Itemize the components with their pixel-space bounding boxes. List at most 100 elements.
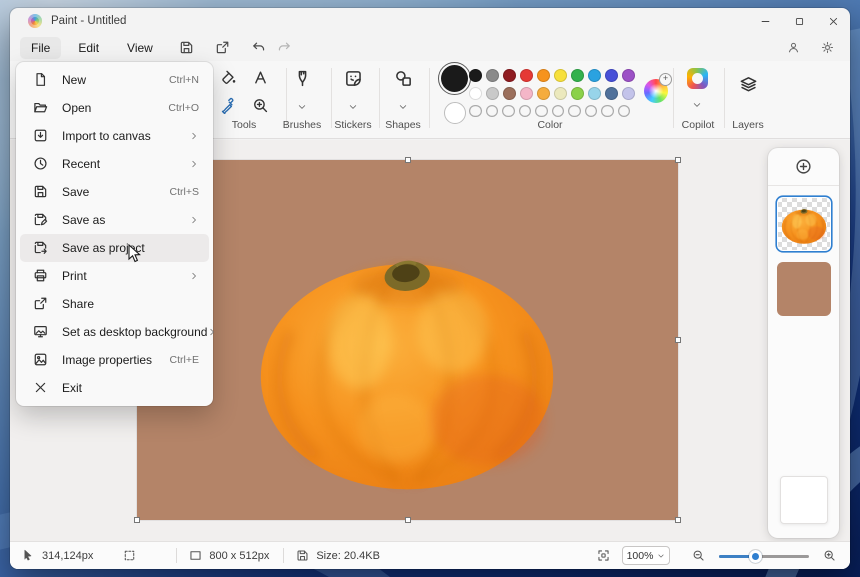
selection-handle[interactable] — [675, 157, 681, 163]
menu-file[interactable]: File — [20, 37, 61, 59]
palette-color-row1-4[interactable] — [537, 69, 550, 82]
palette-color-row1-6[interactable] — [571, 69, 584, 82]
file-menu-item-save[interactable]: SaveCtrl+S — [20, 178, 209, 206]
layer-thumbnail-1[interactable] — [777, 197, 831, 251]
zoom-slider-thumb[interactable] — [749, 550, 762, 563]
file-menu-item-save-as-project[interactable]: Save as project — [20, 234, 209, 262]
palette-empty-slot-4[interactable] — [535, 105, 548, 118]
menu-edit[interactable]: Edit — [67, 37, 110, 59]
file-menu-item-recent[interactable]: Recent — [20, 150, 209, 178]
stickers-icon[interactable] — [342, 69, 364, 88]
save-button[interactable] — [174, 37, 200, 59]
palette-color-row2-3[interactable] — [520, 87, 533, 100]
background-layer-thumbnail[interactable] — [780, 476, 828, 524]
palette-color-row1-2[interactable] — [503, 69, 516, 82]
recent-icon — [33, 156, 49, 172]
zoom-in-icon[interactable] — [823, 549, 836, 562]
palette-empty-slot-1[interactable] — [486, 105, 499, 118]
magnifier-tool-icon[interactable] — [248, 93, 272, 117]
background-color-swatch[interactable] — [444, 102, 466, 124]
share-button[interactable] — [210, 37, 236, 59]
file-menu-item-exit[interactable]: Exit — [20, 374, 209, 402]
palette-empty-slot-8[interactable] — [601, 105, 614, 118]
open-icon — [33, 100, 49, 116]
file-menu-item-set-as-desktop-background[interactable]: Set as desktop background — [20, 318, 209, 346]
palette-color-row1-9[interactable] — [622, 69, 635, 82]
zoom-dropdown-chevron-icon — [657, 552, 665, 560]
window-controls — [748, 8, 850, 34]
file-menu-item-share[interactable]: Share — [20, 290, 209, 318]
color-group-label: Color — [510, 119, 590, 131]
account-icon[interactable] — [780, 37, 806, 59]
palette-color-row2-4[interactable] — [537, 87, 550, 100]
palette-color-row1-1[interactable] — [486, 69, 499, 82]
shapes-icon[interactable] — [392, 69, 414, 88]
palette-color-row2-6[interactable] — [571, 87, 584, 100]
fit-to-screen-icon[interactable] — [597, 549, 610, 562]
file-menu-item-open[interactable]: OpenCtrl+O — [20, 94, 209, 122]
close-button[interactable] — [816, 8, 850, 34]
selection-handle[interactable] — [675, 337, 681, 343]
selection-handle[interactable] — [675, 517, 681, 523]
palette-color-row2-7[interactable] — [588, 87, 601, 100]
fill-tool-icon[interactable] — [216, 65, 240, 89]
palette-color-row2-0[interactable] — [469, 87, 482, 100]
selection-handle[interactable] — [405, 517, 411, 523]
menu-view[interactable]: View — [116, 37, 164, 59]
palette-color-row2-2[interactable] — [503, 87, 516, 100]
file-menu-item-import-to-canvas[interactable]: Import to canvas — [20, 122, 209, 150]
copilot-chevron-down-icon[interactable] — [692, 97, 702, 115]
palette-color-row1-8[interactable] — [605, 69, 618, 82]
palette-empty-slot-2[interactable] — [502, 105, 515, 118]
eyedropper-tool-icon[interactable] — [216, 93, 240, 117]
maximize-button[interactable] — [782, 8, 816, 34]
palette-empty-slot-0[interactable] — [469, 105, 482, 118]
palette-color-row1-5[interactable] — [554, 69, 567, 82]
chevron-right-icon — [189, 159, 199, 169]
layers-icon[interactable] — [736, 75, 760, 94]
text-tool-icon[interactable] — [248, 65, 272, 89]
palette-color-row1-0[interactable] — [469, 69, 482, 82]
minimize-button[interactable] — [748, 8, 782, 34]
undo-button[interactable] — [246, 37, 272, 59]
save-icon — [33, 184, 49, 200]
share-icon — [33, 296, 49, 312]
palette-color-row2-9[interactable] — [622, 87, 635, 100]
chevron-right-icon — [207, 327, 217, 337]
zoom-out-icon[interactable] — [692, 549, 705, 562]
file-size-icon — [296, 549, 309, 562]
file-menu-item-new[interactable]: NewCtrl+N — [20, 66, 209, 94]
file-size-value: Size: 20.4KB — [316, 550, 380, 562]
file-menu-item-shortcut: Ctrl+O — [168, 102, 199, 114]
selection-handle[interactable] — [405, 157, 411, 163]
palette-color-row2-1[interactable] — [486, 87, 499, 100]
zoom-slider[interactable] — [719, 549, 809, 563]
brushes-icon[interactable] — [291, 69, 313, 88]
palette-color-row2-5[interactable] — [554, 87, 567, 100]
palette-empty-slot-7[interactable] — [585, 105, 598, 118]
selection-handle[interactable] — [134, 517, 140, 523]
zoom-level-dropdown[interactable]: 100% — [622, 546, 670, 565]
palette-empty-slot-3[interactable] — [519, 105, 532, 118]
palette-color-row1-7[interactable] — [588, 69, 601, 82]
shapes-chevron-down-icon[interactable] — [398, 99, 408, 117]
add-layer-button[interactable] — [768, 148, 839, 186]
foreground-color-swatch[interactable] — [441, 65, 468, 92]
titlebar: Paint - Untitled — [10, 8, 850, 34]
redo-button[interactable] — [272, 37, 298, 59]
palette-empty-slot-6[interactable] — [568, 105, 581, 118]
file-menu-item-save-as[interactable]: Save as — [20, 206, 209, 234]
palette-empty-slot-9[interactable] — [618, 105, 631, 118]
layer-thumbnail-2[interactable] — [777, 262, 831, 316]
edit-colors-wheel-icon[interactable] — [644, 79, 668, 103]
copilot-icon[interactable] — [687, 68, 708, 89]
file-menu-item-print[interactable]: Print — [20, 262, 209, 290]
settings-icon[interactable] — [814, 37, 840, 59]
file-menu-item-image-properties[interactable]: Image propertiesCtrl+E — [20, 346, 209, 374]
palette-color-row2-8[interactable] — [605, 87, 618, 100]
palette-color-row1-3[interactable] — [520, 69, 533, 82]
brushes-chevron-down-icon[interactable] — [297, 99, 307, 117]
palette-empty-slot-5[interactable] — [552, 105, 565, 118]
stickers-chevron-down-icon[interactable] — [348, 99, 358, 117]
canvas[interactable] — [137, 160, 678, 520]
